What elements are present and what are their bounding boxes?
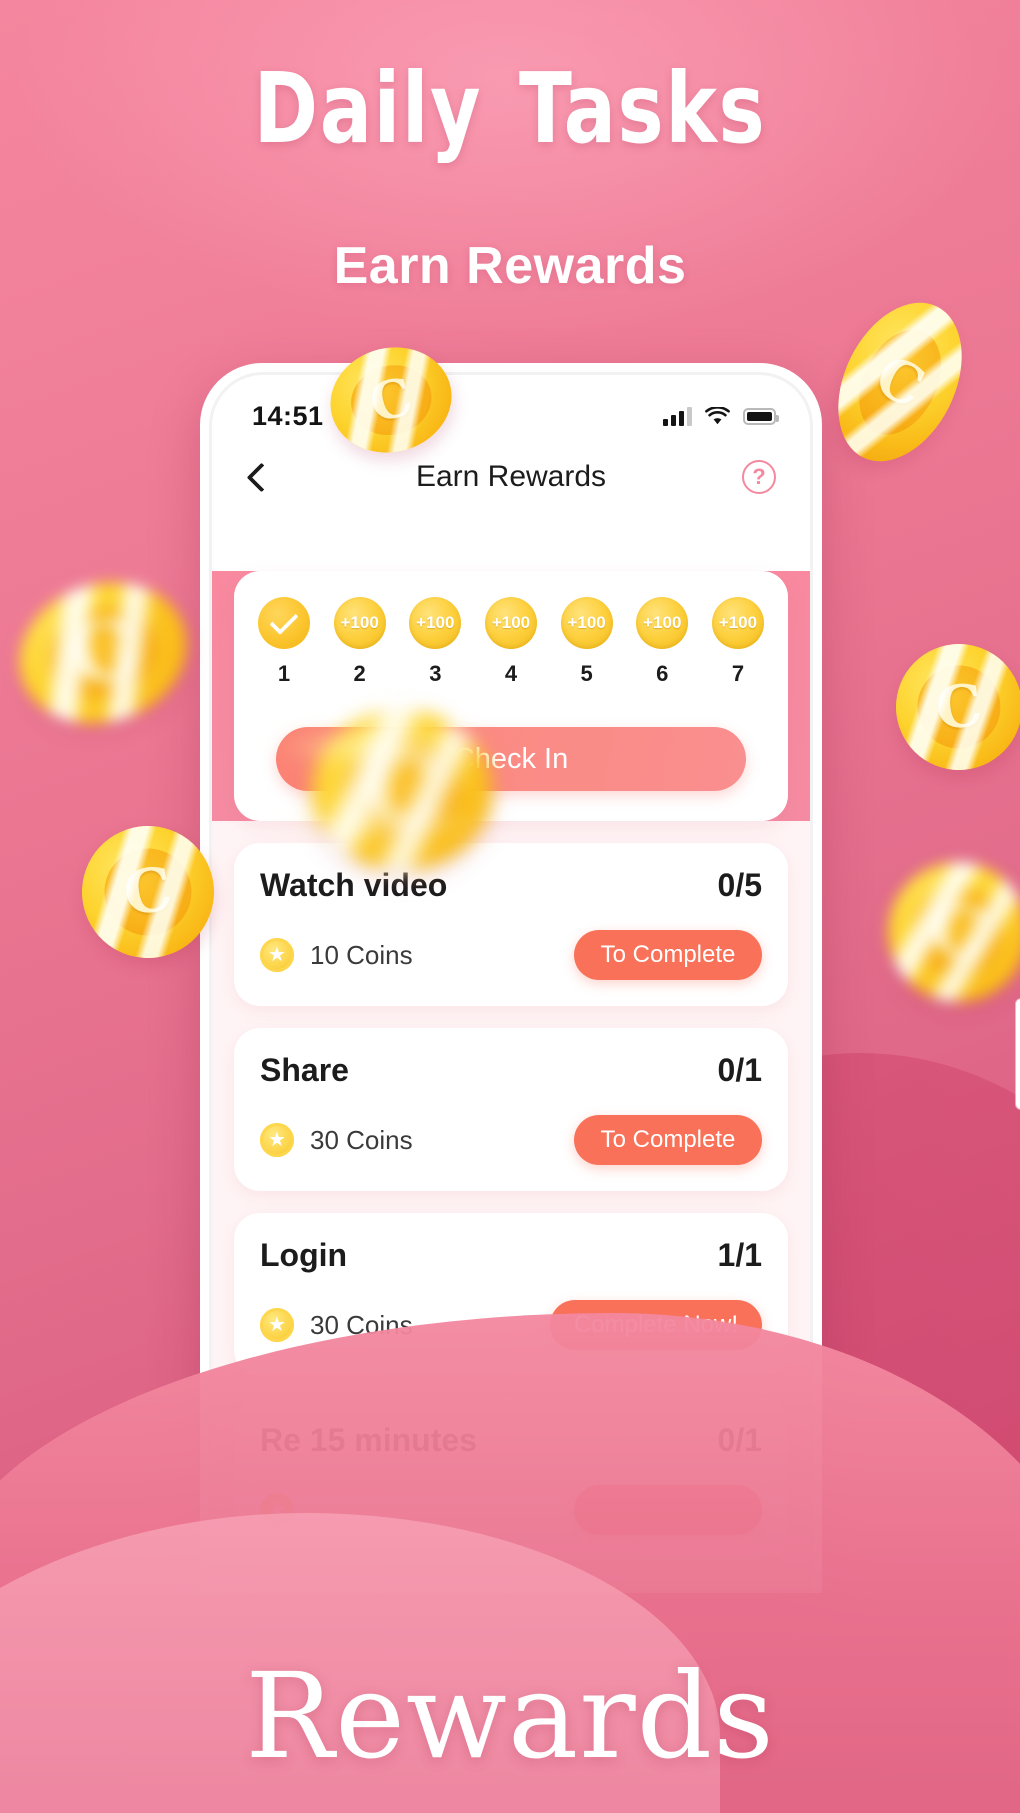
coin-glyph: C: [59, 600, 147, 706]
poster-headline: Daily Tasks: [102, 58, 918, 160]
checkin-day-label: 7: [731, 661, 745, 686]
checkin-day-coin-checked: [258, 597, 310, 649]
task-card-watch-video: Watch video 0/5 ★ 10 Coins To Complete: [234, 843, 788, 1006]
task-reward: ★ 10 Coins: [260, 938, 413, 972]
checkin-day-coin: +100: [409, 597, 462, 649]
star-coin-icon: ★: [260, 938, 294, 972]
floating-coin-low-right: C: [881, 855, 1020, 1009]
wifi-icon: [705, 406, 730, 424]
help-circle-icon[interactable]: ?: [742, 460, 776, 494]
task-progress: 0/1: [717, 1052, 762, 1088]
task-name: Watch video: [260, 867, 448, 903]
checkin-day-label: 6: [656, 661, 669, 686]
checkin-day-label: 1: [277, 661, 291, 686]
star-coin-icon: ★: [260, 1308, 294, 1342]
status-time: 14:51: [252, 400, 324, 431]
star-coin-icon: ★: [260, 1123, 294, 1157]
daily-checkin-card: 1 +100 2 +100 3 +100 4 +100 5 +100 6 +10…: [234, 571, 788, 821]
task-action-button[interactable]: To Complete: [574, 930, 762, 980]
checkin-day-label: 2: [353, 661, 366, 686]
task-reward: ★ 30 Coins: [260, 1123, 413, 1157]
poster-wordmark: Rewards: [245, 1647, 775, 1785]
task-reward-label: 10 Coins: [310, 939, 413, 970]
task-footer: ★ 10 Coins To Complete: [260, 930, 762, 980]
checkin-day-coin: +100: [711, 597, 764, 649]
coin-shine-decoration: [0, 561, 206, 745]
checkin-day-1[interactable]: 1: [258, 597, 310, 687]
headline-word-daily: Daily: [253, 52, 483, 165]
task-header: Share 0/1: [260, 1052, 762, 1089]
checkin-day-4[interactable]: +100 4: [484, 597, 537, 687]
checkin-days-row: 1 +100 2 +100 3 +100 4 +100 5 +100 6 +10…: [252, 597, 770, 687]
task-action-button[interactable]: To Complete: [574, 1115, 762, 1165]
floating-coin-mid-right: C: [889, 637, 1020, 777]
back-chevron-icon[interactable]: [244, 465, 268, 489]
check-in-button[interactable]: Check In: [276, 727, 746, 791]
coin-glyph: C: [119, 854, 177, 930]
floating-coin-top-left: C: [0, 561, 206, 745]
checkin-day-coin: +100: [484, 597, 537, 649]
checkin-day-coin: +100: [636, 597, 689, 649]
task-header: Watch video 0/5: [260, 867, 762, 904]
status-bar: 14:51: [212, 375, 810, 441]
coin-icon: C: [889, 637, 1020, 777]
signal-bars-icon: [663, 406, 692, 426]
checkin-day-label: 4: [504, 661, 518, 686]
task-reward-label: 30 Coins: [310, 1124, 413, 1155]
task-name: Login: [260, 1237, 348, 1273]
app-header: Earn Rewards ?: [212, 441, 810, 513]
checkin-day-3[interactable]: +100 3: [409, 597, 462, 687]
coin-shine-decoration: [889, 637, 1020, 777]
checkin-day-label: 3: [429, 661, 442, 686]
task-name: Share: [260, 1052, 349, 1088]
checkin-day-2[interactable]: +100 2: [333, 597, 386, 687]
coin-shine-decoration: [881, 855, 1020, 1009]
check-icon: [271, 616, 297, 631]
status-icons: [663, 406, 779, 426]
headline-word-tasks: Tasks: [519, 52, 767, 165]
poster-canvas: Daily Tasks Earn Rewards 14:51 Earn Rewa…: [0, 0, 1020, 1813]
checkin-day-coin: +100: [560, 597, 613, 649]
task-header: Login 1/1: [260, 1237, 762, 1274]
phone-power-button[interactable]: [1016, 999, 1020, 1109]
coin-icon: C: [881, 855, 1020, 1009]
checkin-day-5[interactable]: +100 5: [560, 597, 613, 687]
checkin-day-label: 5: [580, 661, 593, 686]
task-card-share: Share 0/1 ★ 30 Coins To Complete: [234, 1028, 788, 1191]
coin-glyph: C: [865, 342, 935, 422]
task-progress: 0/5: [717, 867, 762, 903]
task-progress: 1/1: [717, 1237, 762, 1273]
app-title: Earn Rewards: [415, 460, 607, 493]
coin-icon: C: [0, 561, 206, 745]
coin-glyph: C: [927, 890, 989, 974]
poster-subheadline: Earn Rewards: [333, 237, 687, 295]
task-footer: ★ 30 Coins To Complete: [260, 1115, 762, 1165]
coin-glyph: C: [932, 670, 986, 744]
checkin-day-coin: +100: [333, 597, 386, 649]
battery-icon: [743, 407, 779, 425]
checkin-day-6[interactable]: +100 6: [636, 597, 689, 687]
checkin-day-7[interactable]: +100 7: [711, 597, 764, 687]
